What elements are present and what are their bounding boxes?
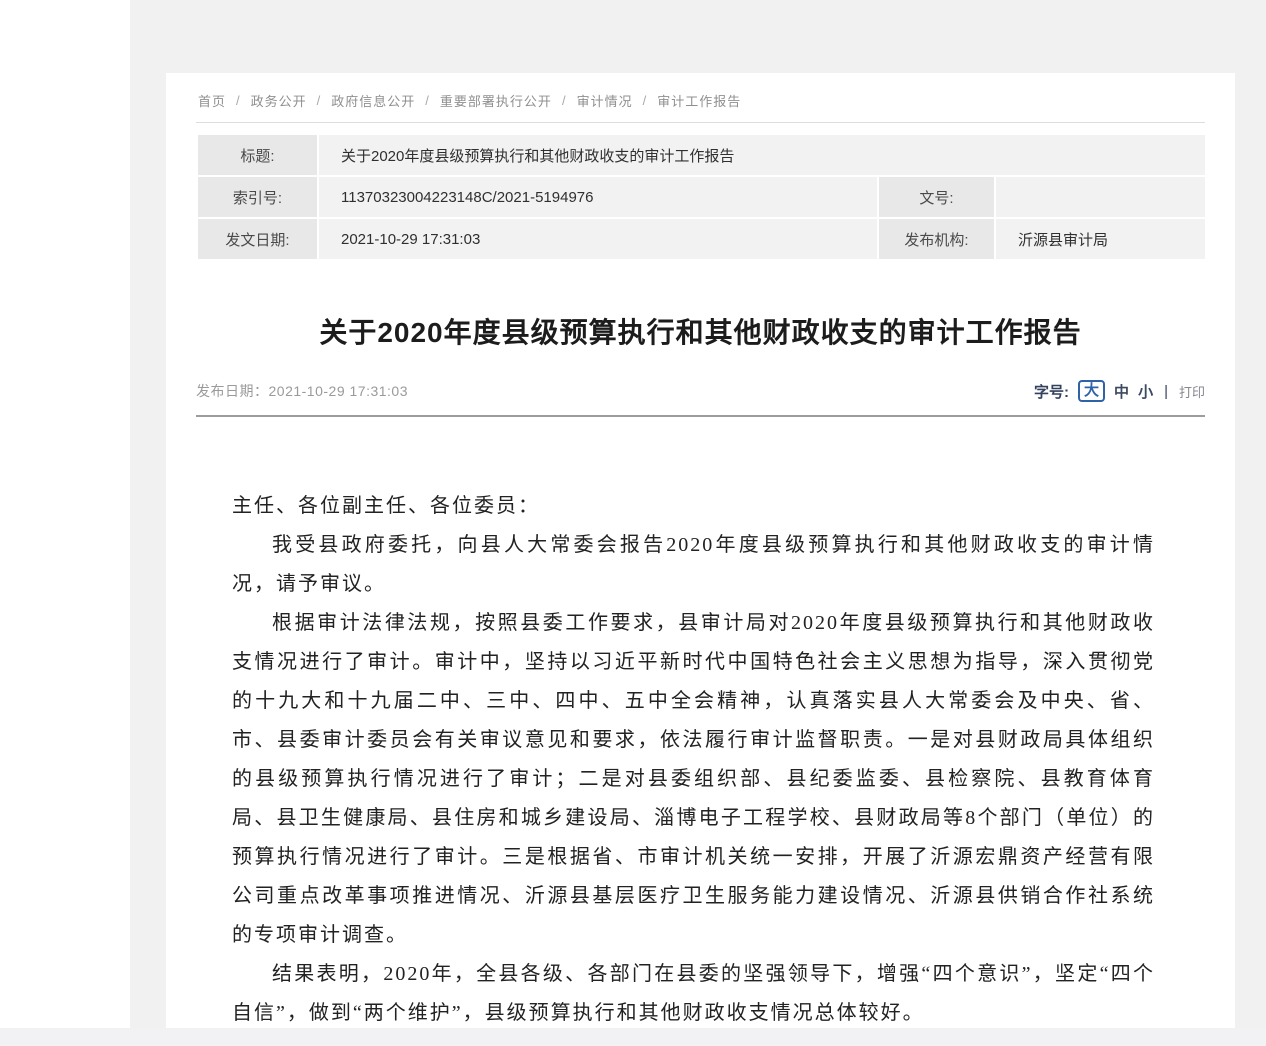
meta-label-doc-number: 文号: (879, 177, 994, 217)
meta-label-issuing-agency: 发布机构: (879, 219, 994, 259)
meta-row-title: 标题: 关于2020年度县级预算执行和其他财政收支的审计工作报告 (198, 135, 1205, 175)
controls-divider: | (1164, 383, 1168, 400)
breadcrumb-separator: / (317, 93, 322, 108)
meta-value-title: 关于2020年度县级预算执行和其他财政收支的审计工作报告 (319, 135, 1205, 175)
meta-label-title: 标题: (198, 135, 317, 175)
article-paragraph: 主任、各位副主任、各位委员： (232, 487, 1155, 526)
font-size-large-button[interactable]: 大 (1078, 380, 1105, 402)
meta-value-issuing-agency: 沂源县审计局 (996, 219, 1205, 259)
meta-row-date: 发文日期: 2021-10-29 17:31:03 发布机构: 沂源县审计局 (198, 219, 1205, 259)
meta-value-doc-number (996, 177, 1205, 217)
breadcrumb-item-key-deployment[interactable]: 重要部署执行公开 (440, 91, 552, 110)
font-size-controls: 字号: 大 中 小 | 打印 (1034, 380, 1205, 402)
article-body: 主任、各位副主任、各位委员： 我受县政府委托，向县人大常委会报告2020年度县级… (232, 487, 1155, 1033)
content-card: 首页 / 政务公开 / 政府信息公开 / 重要部署执行公开 / 审计情况 / 审… (166, 73, 1235, 1046)
meta-value-issue-date: 2021-10-29 17:31:03 (319, 219, 877, 259)
breadcrumb-separator: / (562, 93, 567, 108)
breadcrumb-item-gov-info[interactable]: 政府信息公开 (331, 91, 415, 110)
article-paragraph: 我受县政府委托，向县人大常委会报告2020年度县级预算执行和其他财政收支的审计情… (232, 526, 1155, 604)
article-paragraph: 结果表明，2020年，全县各级、各部门在县委的坚强领导下，增强“四个意识”，坚定… (232, 955, 1155, 1033)
breadcrumb-item-home[interactable]: 首页 (198, 91, 226, 110)
font-size-small-button[interactable]: 小 (1138, 381, 1153, 402)
publish-date-label: 发布日期： (196, 383, 269, 399)
meta-label-issue-date: 发文日期: (198, 219, 317, 259)
article-paragraph: 根据审计法律法规，按照县委工作要求，县审计局对2020年度县级预算执行和其他财政… (232, 604, 1155, 955)
footer-strip (0, 1028, 1266, 1046)
document-meta-table: 标题: 关于2020年度县级预算执行和其他财政收支的审计工作报告 索引号: 11… (196, 133, 1207, 261)
publish-date-value: 2021-10-29 17:31:03 (269, 383, 409, 399)
page: { "breadcrumb": { "separator": "/", "ite… (0, 0, 1266, 1046)
meta-label-index-number: 索引号: (198, 177, 317, 217)
font-size-medium-button[interactable]: 中 (1114, 381, 1129, 402)
publish-date: 发布日期：2021-10-29 17:31:03 (196, 381, 408, 401)
breadcrumb-separator: / (425, 93, 430, 108)
article-divider (196, 415, 1205, 417)
article-meta-row: 发布日期：2021-10-29 17:31:03 字号: 大 中 小 | 打印 (196, 379, 1205, 403)
breadcrumb-item-gov-affairs[interactable]: 政务公开 (251, 91, 307, 110)
font-size-label: 字号: (1034, 381, 1069, 402)
breadcrumb: 首页 / 政务公开 / 政府信息公开 / 重要部署执行公开 / 审计情况 / 审… (196, 91, 1205, 109)
breadcrumb-item-audit-report[interactable]: 审计工作报告 (657, 91, 741, 110)
breadcrumb-divider (196, 122, 1205, 123)
print-button[interactable]: 打印 (1179, 382, 1205, 401)
breadcrumb-item-audit-status[interactable]: 审计情况 (577, 91, 633, 110)
breadcrumb-separator: / (236, 93, 241, 108)
article-title: 关于2020年度县级预算执行和其他财政收支的审计工作报告 (196, 311, 1205, 351)
breadcrumb-separator: / (643, 93, 648, 108)
meta-row-index: 索引号: 11370323004223148C/2021-5194976 文号: (198, 177, 1205, 217)
meta-value-index-number: 11370323004223148C/2021-5194976 (319, 177, 877, 217)
